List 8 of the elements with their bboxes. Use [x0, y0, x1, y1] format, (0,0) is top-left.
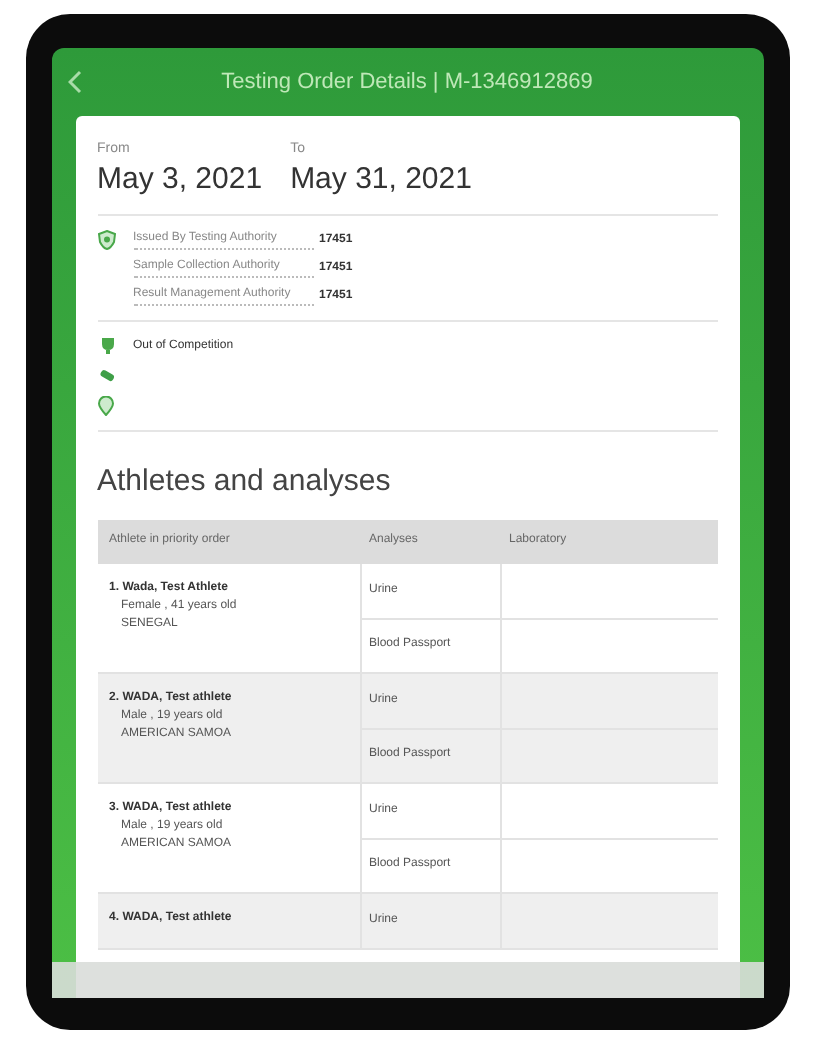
- shield-icon: [97, 230, 115, 251]
- section-heading: Athletes and analyses: [97, 462, 393, 503]
- trophy-icon: [97, 336, 117, 357]
- date-value: May 3, 2021: [97, 161, 263, 199]
- back-icon: [67, 70, 83, 94]
- date-value: May 31, 2021: [290, 161, 472, 199]
- screen-title: Testing Order Details | M-1346912869: [219, 67, 595, 98]
- location-icon: [97, 396, 113, 417]
